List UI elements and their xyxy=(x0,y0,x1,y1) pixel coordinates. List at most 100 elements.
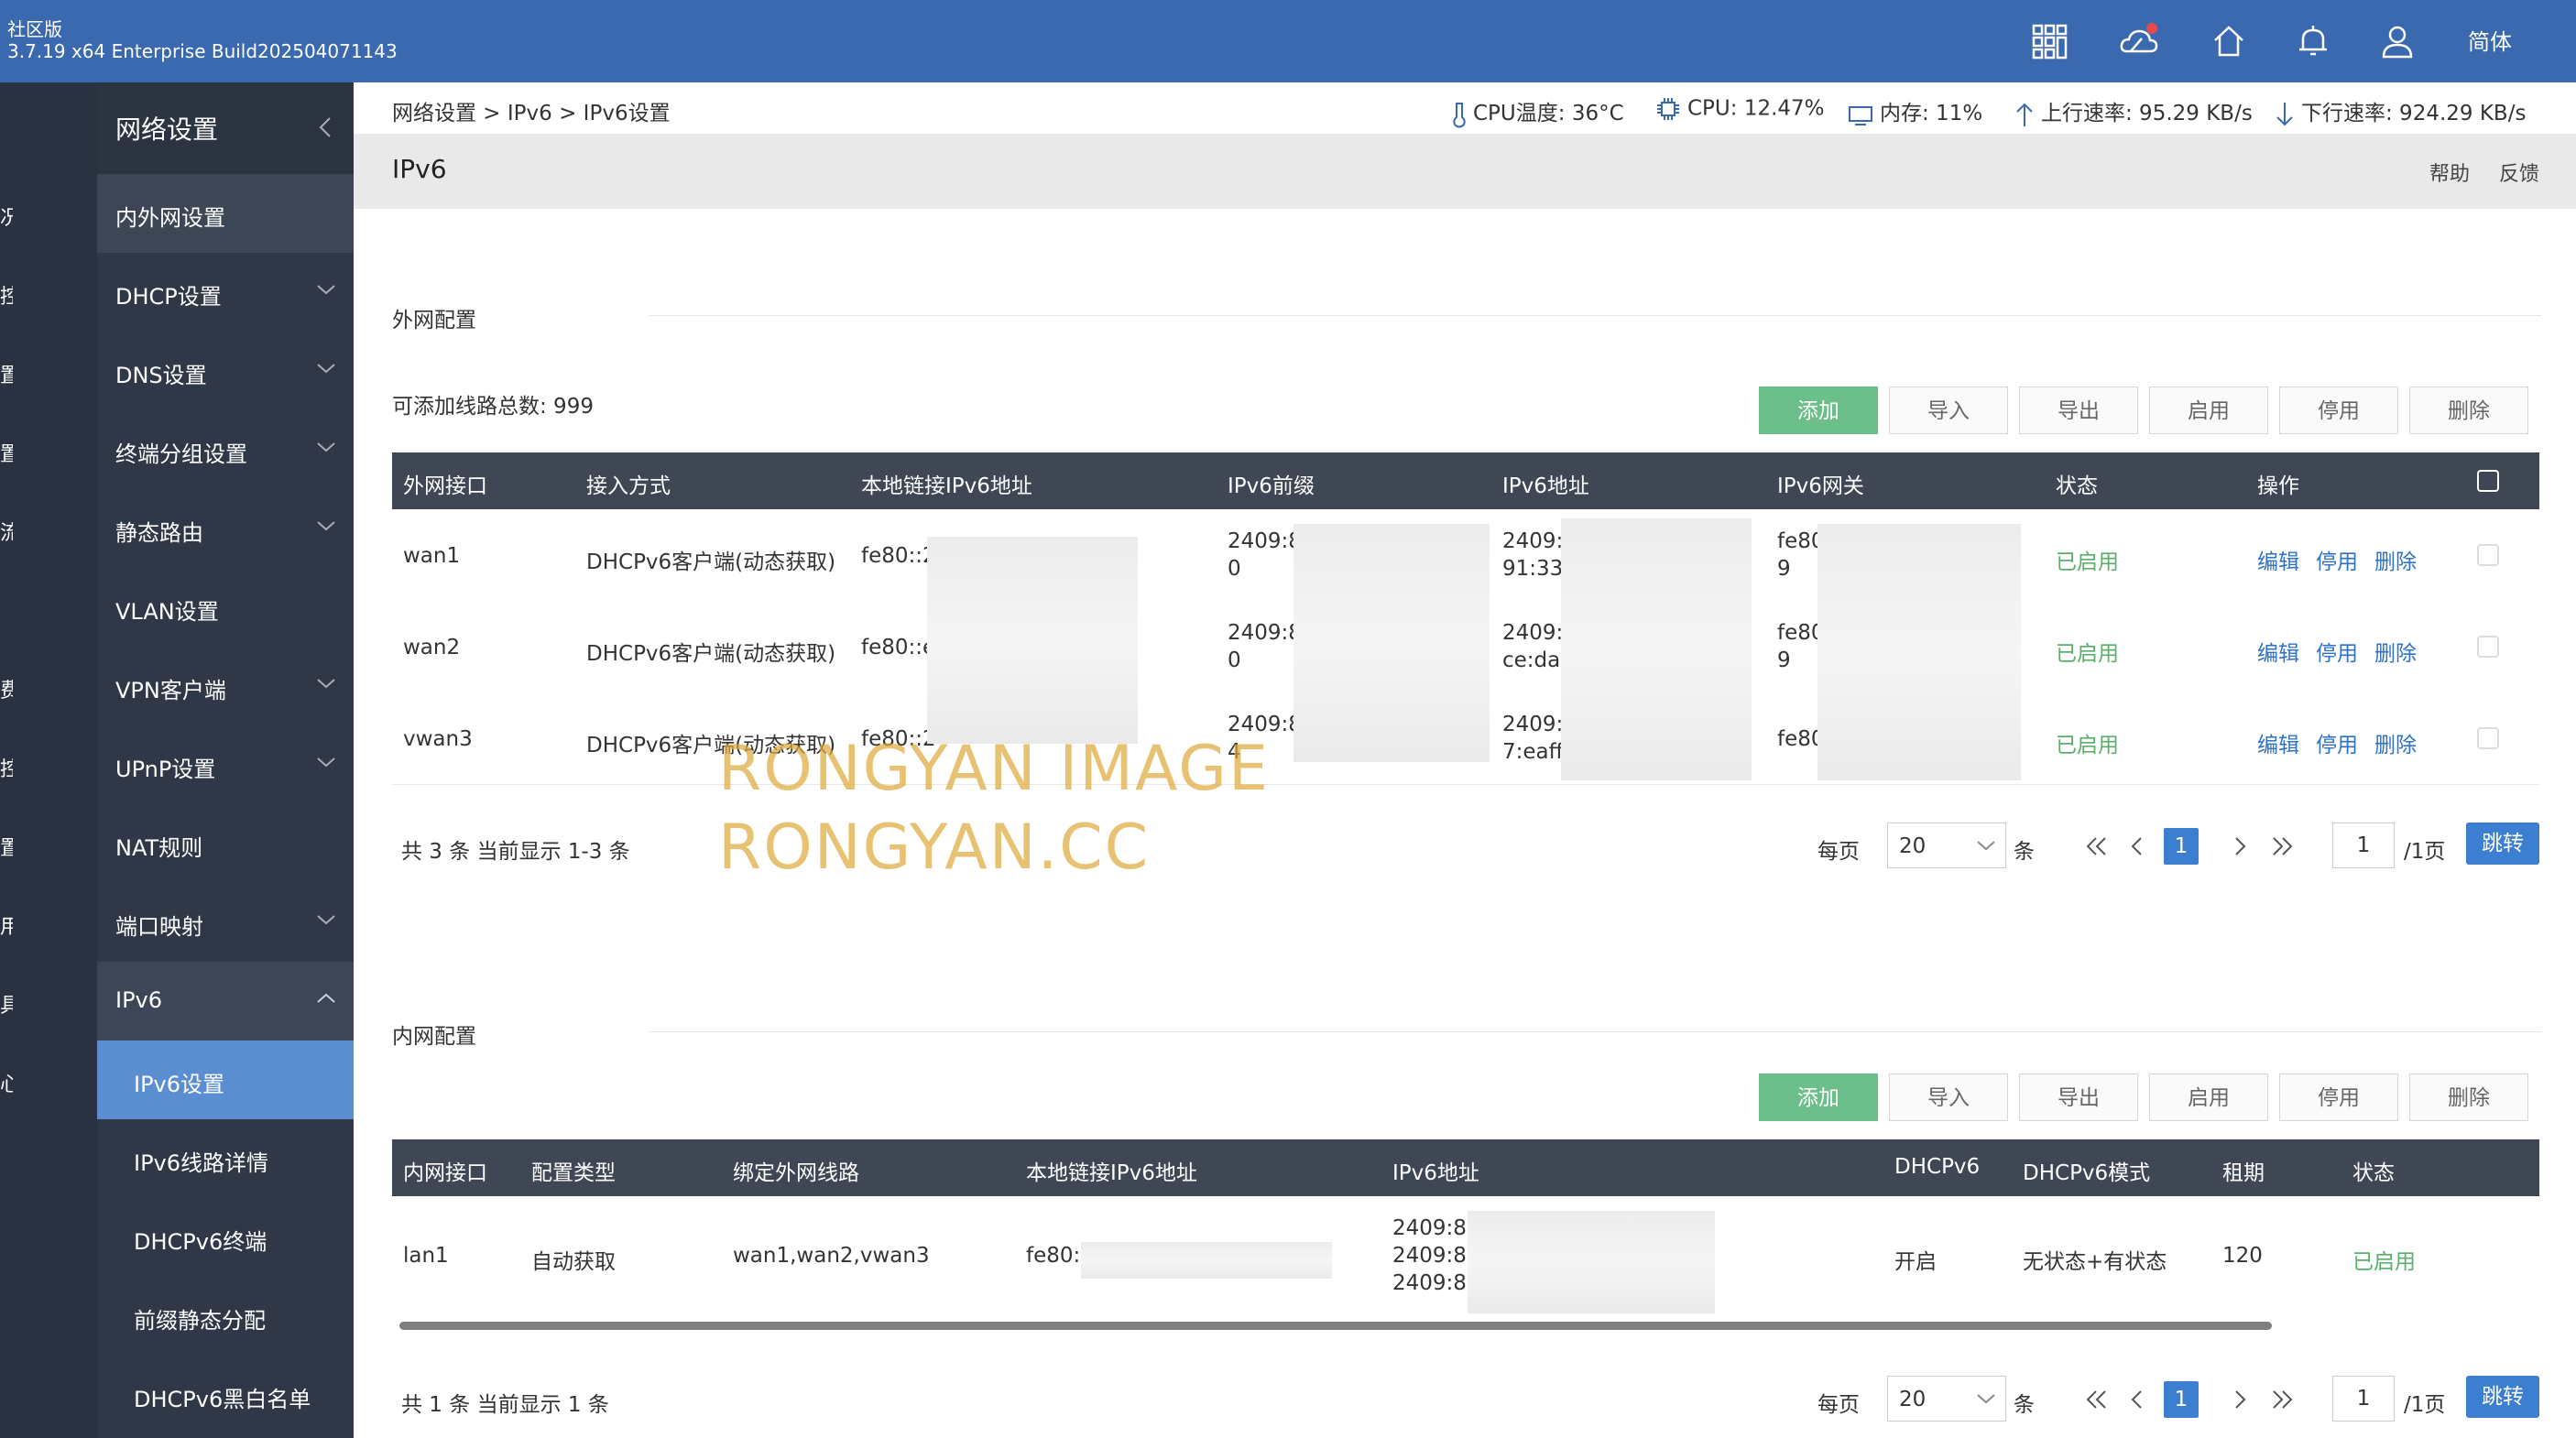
lan-enable-button[interactable]: 启用 xyxy=(2149,1073,2268,1121)
sidebar-item-dns[interactable]: DNS设置 xyxy=(97,332,354,410)
sidebar-item-port-mapping[interactable]: 端口映射 xyxy=(97,883,354,962)
column-header: 状态 xyxy=(2056,474,2098,498)
home-icon[interactable] xyxy=(2208,20,2250,62)
prev-page-icon[interactable] xyxy=(2129,1389,2145,1411)
sidebar-header: 网络设置 xyxy=(97,82,354,174)
last-page-icon[interactable] xyxy=(2270,1389,2296,1411)
apps-icon[interactable] xyxy=(2028,20,2070,62)
sidebar-subitem-dhcpv6-blackwhite[interactable]: DHCPv6黑白名单 xyxy=(97,1356,354,1434)
per-page-select[interactable]: 20 xyxy=(1887,822,2006,868)
rail-item[interactable]: 流 xyxy=(0,517,13,546)
rail-item[interactable]: 控 xyxy=(0,753,13,782)
chip-icon xyxy=(1657,98,1679,120)
wan-enable-button[interactable]: 启用 xyxy=(2149,387,2268,434)
page-number[interactable]: 1 xyxy=(2164,1381,2199,1418)
row-checkbox[interactable] xyxy=(2477,727,2499,749)
delete-link[interactable]: 删除 xyxy=(2374,636,2417,667)
chevron-down-icon xyxy=(317,521,335,531)
rail-item[interactable]: 控 xyxy=(0,280,13,310)
row-checkbox[interactable] xyxy=(2477,544,2499,566)
wan-export-button[interactable]: 导出 xyxy=(2019,387,2138,434)
memory-stat: 内存: 11% xyxy=(1847,95,1982,128)
column-header: 配置类型 xyxy=(531,1161,616,1185)
jump-button[interactable]: 跳转 xyxy=(2466,1376,2539,1418)
edit-link[interactable]: 编辑 xyxy=(2257,727,2299,758)
wan-pagination: 每页 20 条 1 1 /1页 跳转 xyxy=(1817,822,2541,870)
wan-add-button[interactable]: 添加 xyxy=(1759,387,1878,434)
sidebar-item-vlan[interactable]: VLAN设置 xyxy=(97,568,354,647)
sidebar-item-ipv6[interactable]: IPv6 xyxy=(97,962,354,1040)
wan-delete-button[interactable]: 删除 xyxy=(2409,387,2528,434)
last-page-icon[interactable] xyxy=(2270,835,2296,857)
lan-delete-button[interactable]: 删除 xyxy=(2409,1073,2528,1121)
select-all-checkbox[interactable] xyxy=(2477,470,2499,492)
sidebar-subitem-dhcpv6-terminal[interactable]: DHCPv6终端 xyxy=(97,1198,354,1277)
help-link[interactable]: 帮助 xyxy=(2429,158,2470,187)
edit-link[interactable]: 编辑 xyxy=(2257,636,2299,667)
column-header: 绑定外网线路 xyxy=(733,1161,859,1185)
redaction-block xyxy=(927,537,1138,744)
rail-item[interactable]: 置 xyxy=(0,359,13,388)
rail-item[interactable]: 置 xyxy=(0,832,13,861)
disable-link[interactable]: 停用 xyxy=(2316,544,2358,575)
rail-item[interactable]: 具 xyxy=(0,989,13,1019)
first-page-icon[interactable] xyxy=(2083,1389,2109,1411)
sidebar-subitem-prefix-static[interactable]: 前缀静态分配 xyxy=(97,1277,354,1356)
cloud-icon[interactable] xyxy=(2118,20,2160,62)
chevron-down-icon xyxy=(317,757,335,768)
wan-import-button[interactable]: 导入 xyxy=(1889,387,2008,434)
page-number[interactable]: 1 xyxy=(2164,828,2199,865)
bell-icon[interactable] xyxy=(2292,20,2334,62)
page-input[interactable]: 1 xyxy=(2332,1376,2395,1422)
page-input[interactable]: 1 xyxy=(2332,822,2395,868)
horizontal-scrollbar[interactable] xyxy=(399,1322,2272,1330)
rail-item[interactable]: 况 xyxy=(0,202,13,231)
redaction-block xyxy=(1817,524,2021,780)
edit-link[interactable]: 编辑 xyxy=(2257,544,2299,575)
rail-item[interactable]: 心 xyxy=(0,1068,13,1097)
sidebar-item-static-route[interactable]: 静态路由 xyxy=(97,489,354,568)
first-page-icon[interactable] xyxy=(2083,835,2109,857)
rail-item[interactable]: 用 xyxy=(0,910,13,940)
jump-button[interactable]: 跳转 xyxy=(2466,822,2539,865)
sidebar-subitem-ipv6-settings[interactable]: IPv6设置 xyxy=(97,1040,354,1119)
lan-import-button[interactable]: 导入 xyxy=(1889,1073,2008,1121)
collapse-icon[interactable] xyxy=(317,115,333,139)
rail-item[interactable]: 费 xyxy=(0,674,13,703)
sidebar-item-dhcp[interactable]: DHCP设置 xyxy=(97,253,354,332)
wan-disable-button[interactable]: 停用 xyxy=(2279,387,2398,434)
lan-export-button[interactable]: 导出 xyxy=(2019,1073,2138,1121)
rail-item[interactable]: 置 xyxy=(0,438,13,467)
disable-link[interactable]: 停用 xyxy=(2316,727,2358,758)
next-page-icon[interactable] xyxy=(2232,835,2248,857)
prev-page-icon[interactable] xyxy=(2129,835,2145,857)
column-header: 操作 xyxy=(2257,474,2299,498)
lan-add-button[interactable]: 添加 xyxy=(1759,1073,1878,1121)
column-header: 外网接口 xyxy=(403,474,487,498)
sidebar-item-terminal-group[interactable]: 终端分组设置 xyxy=(97,410,354,489)
sidebar-item-upnp[interactable]: UPnP设置 xyxy=(97,725,354,804)
divider xyxy=(649,1031,2541,1032)
lan-disable-button[interactable]: 停用 xyxy=(2279,1073,2398,1121)
sidebar-item-nat[interactable]: NAT规则 xyxy=(97,804,354,883)
column-header: DHCPv6 xyxy=(1894,1155,1981,1179)
icon-rail: 况 控 置 置 流 费 控 置 用 具 心 xyxy=(0,82,97,1438)
disable-link[interactable]: 停用 xyxy=(2316,636,2358,667)
per-page-select[interactable]: 20 xyxy=(1887,1376,2006,1422)
sidebar-subitem-ipv6-line-details[interactable]: IPv6线路详情 xyxy=(97,1119,354,1198)
feedback-link[interactable]: 反馈 xyxy=(2499,158,2539,187)
delete-link[interactable]: 删除 xyxy=(2374,544,2417,575)
column-header: 租期 xyxy=(2222,1161,2265,1185)
sidebar-item-wan-lan[interactable]: 内外网设置 xyxy=(97,174,354,253)
row-checkbox[interactable] xyxy=(2477,636,2499,658)
user-icon[interactable] xyxy=(2376,20,2418,62)
upload-stat: 上行速率: 95.29 KB/s xyxy=(2014,95,2253,128)
delete-link[interactable]: 删除 xyxy=(2374,727,2417,758)
language-switch[interactable]: 简体 xyxy=(2468,24,2512,56)
next-page-icon[interactable] xyxy=(2232,1389,2248,1411)
arrow-down-icon xyxy=(2276,102,2293,125)
sidebar-title: 网络设置 xyxy=(115,114,219,145)
chevron-down-icon xyxy=(1977,841,1995,851)
chevron-down-icon xyxy=(1977,1394,1995,1404)
sidebar-item-vpn-client[interactable]: VPN客户端 xyxy=(97,647,354,725)
